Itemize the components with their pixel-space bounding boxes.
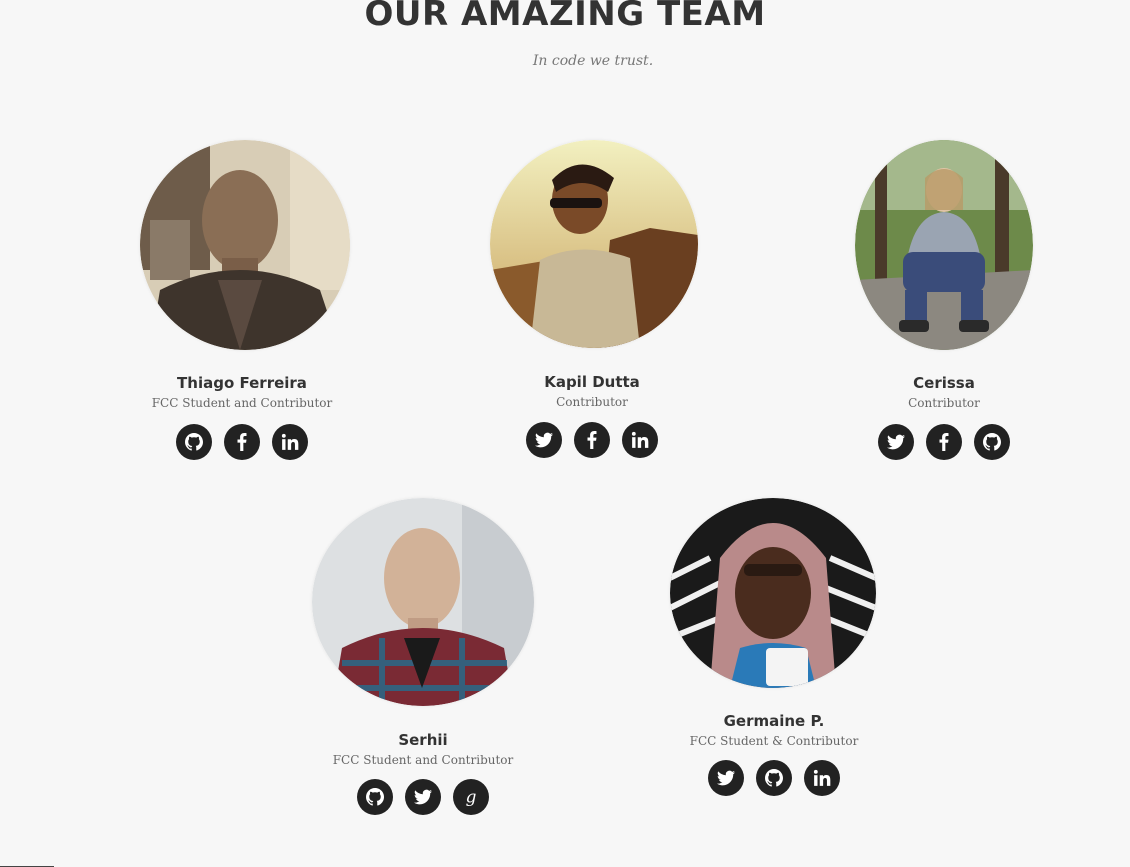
- facebook-icon: [587, 431, 597, 449]
- github-link[interactable]: [974, 424, 1010, 460]
- team-member-card: Germaine P. FCC Student & Contributor: [670, 498, 876, 828]
- team-member-card: Kapil Dutta Contributor: [490, 140, 698, 470]
- github-link[interactable]: [176, 424, 212, 460]
- social-links: [490, 422, 694, 458]
- github-icon: [765, 769, 783, 787]
- twitter-icon: [717, 770, 735, 786]
- member-photo: [140, 140, 350, 350]
- section-subtitle: In code we trust.: [532, 53, 654, 69]
- github-icon: [185, 433, 203, 451]
- member-name: Serhii: [398, 731, 448, 749]
- member-role: Contributor: [556, 395, 628, 409]
- svg-text:g: g: [466, 788, 477, 806]
- member-photo: [490, 140, 698, 348]
- member-name: Thiago Ferreira: [177, 374, 307, 392]
- social-links: [842, 424, 1046, 460]
- social-links: [672, 760, 876, 796]
- github-link[interactable]: [357, 779, 393, 815]
- social-links: [140, 424, 344, 460]
- team-member-card: Serhii FCC Student and Contributor g: [310, 498, 536, 828]
- github-icon: [366, 788, 384, 806]
- twitter-link[interactable]: [526, 422, 562, 458]
- linkedin-icon: [813, 769, 831, 786]
- twitter-link[interactable]: [878, 424, 914, 460]
- member-role: Contributor: [908, 396, 980, 410]
- facebook-link[interactable]: [574, 422, 610, 458]
- member-name: Germaine P.: [723, 712, 825, 730]
- member-name: Kapil Dutta: [544, 373, 640, 391]
- google-plus-icon: g: [466, 788, 477, 806]
- member-photo: [312, 498, 534, 706]
- github-link[interactable]: [756, 760, 792, 796]
- linkedin-link[interactable]: [804, 760, 840, 796]
- github-icon: [983, 433, 1001, 451]
- linkedin-link[interactable]: [272, 424, 308, 460]
- member-name: Cerissa: [913, 374, 975, 392]
- team-member-card: Cerissa Contributor: [842, 140, 1046, 470]
- member-role: FCC Student and Contributor: [151, 396, 333, 410]
- twitter-icon: [887, 434, 905, 450]
- section-title: OUR AMAZING TEAM: [364, 0, 766, 34]
- member-role: FCC Student and Contributor: [332, 753, 514, 767]
- member-photo: [855, 140, 1033, 350]
- team-member-card: Thiago Ferreira FCC Student and Contribu…: [140, 140, 350, 470]
- facebook-link[interactable]: [926, 424, 962, 460]
- google-plus-link[interactable]: g: [453, 779, 489, 815]
- facebook-link[interactable]: [224, 424, 260, 460]
- linkedin-icon: [281, 433, 299, 450]
- linkedin-icon: [631, 431, 649, 448]
- twitter-link[interactable]: [708, 760, 744, 796]
- linkedin-link[interactable]: [622, 422, 658, 458]
- facebook-icon: [237, 433, 247, 451]
- twitter-icon: [414, 789, 432, 805]
- social-links: g: [310, 779, 536, 815]
- twitter-link[interactable]: [405, 779, 441, 815]
- member-role: FCC Student & Contributor: [689, 734, 859, 748]
- twitter-icon: [535, 432, 553, 448]
- facebook-icon: [939, 433, 949, 451]
- member-photo: [670, 498, 876, 688]
